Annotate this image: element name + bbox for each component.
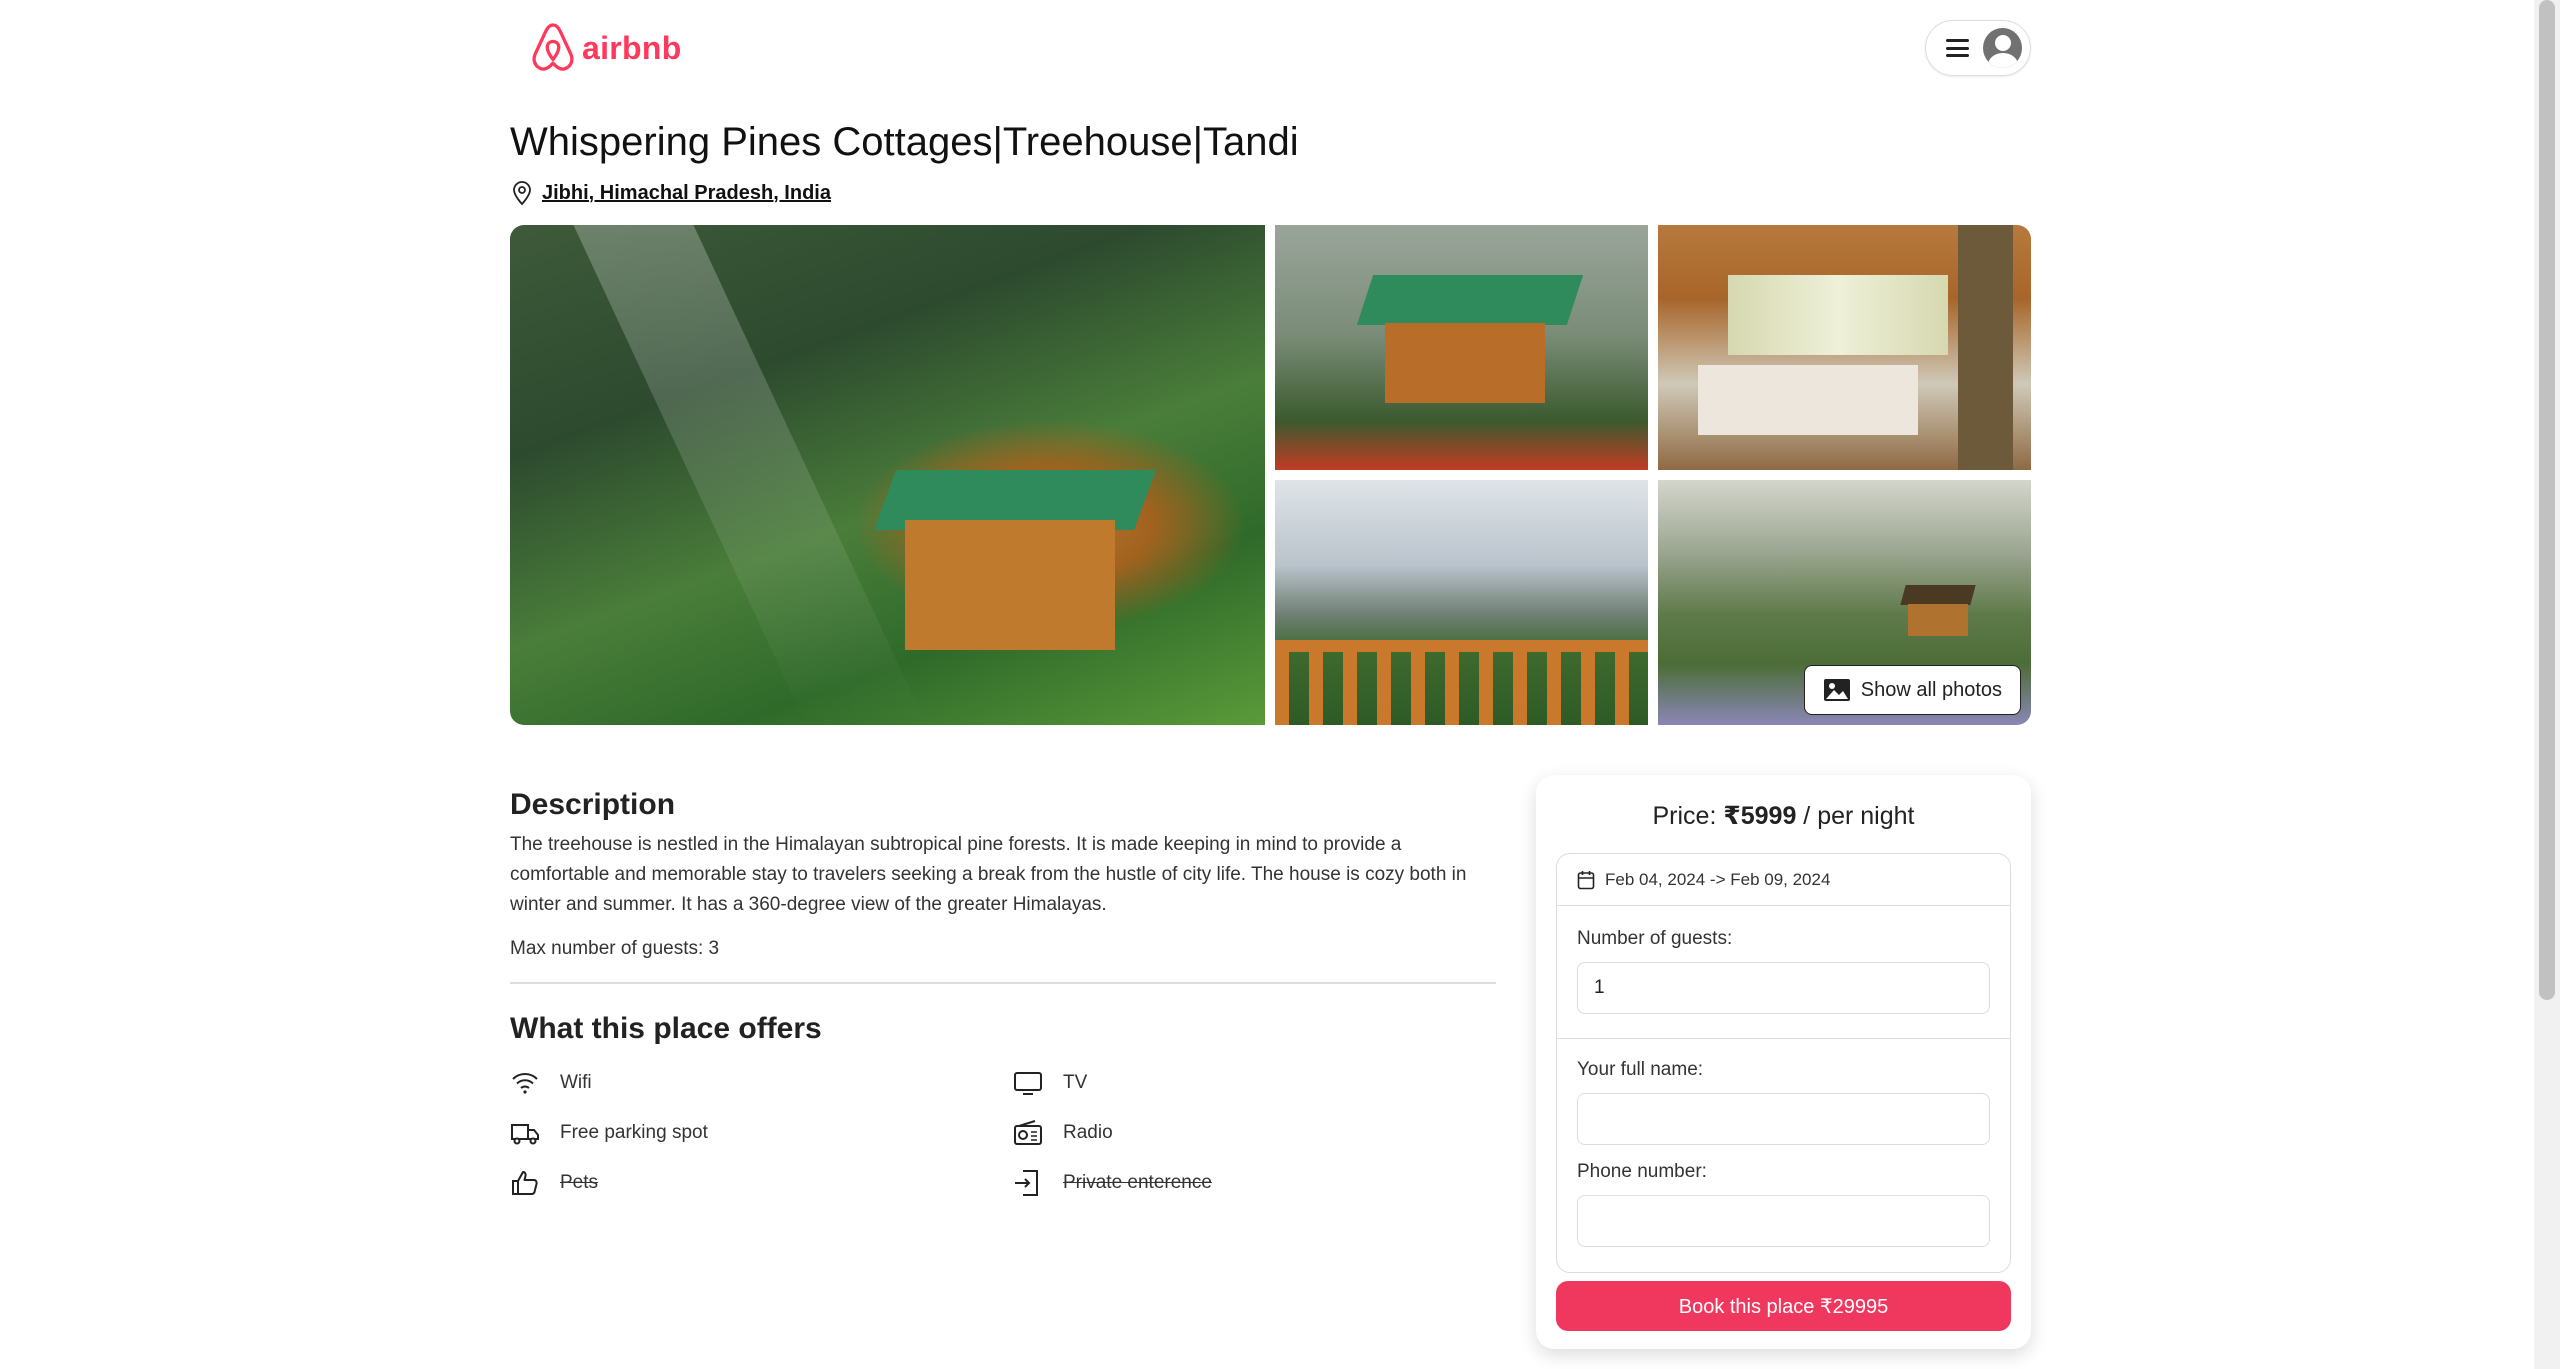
- photo-4[interactable]: [1275, 480, 1648, 725]
- truck-icon: [511, 1124, 539, 1145]
- offers-heading: What this place offers: [510, 1012, 822, 1045]
- calendar-icon: [1577, 870, 1595, 889]
- tv-icon: [1014, 1072, 1042, 1095]
- location-link[interactable]: Jibhi, Himachal Pradesh, India: [542, 182, 831, 205]
- amenity-tv: TV: [1013, 1068, 1496, 1098]
- door-enter-icon: [1015, 1170, 1038, 1196]
- section-divider: [510, 982, 1496, 984]
- guests-input[interactable]: [1577, 962, 1990, 1014]
- amenity-wifi: Wifi: [510, 1068, 1013, 1098]
- show-all-photos-button[interactable]: Show all photos: [1803, 665, 2021, 715]
- date-range-text: Feb 04, 2024 -> Feb 09, 2024: [1605, 869, 1831, 889]
- full-name-input[interactable]: [1577, 1093, 1990, 1145]
- description-section: Description The treehouse is nestled in …: [510, 788, 1496, 1198]
- amenity-pets: Pets: [510, 1168, 1013, 1198]
- airbnb-logo-icon: [532, 23, 574, 71]
- user-avatar-icon: [1983, 28, 2022, 68]
- description-text: The treehouse is nestled in the Himalaya…: [510, 834, 1467, 915]
- header: airbnb: [510, 0, 2031, 96]
- photo-3[interactable]: [1658, 225, 2031, 470]
- book-place-button[interactable]: Book this place ₹29995: [1556, 1281, 2011, 1331]
- user-menu-button[interactable]: [1925, 20, 2031, 76]
- date-range-picker[interactable]: Feb 04, 2024 -> Feb 09, 2024: [1557, 854, 2010, 906]
- photo-icon: [1823, 679, 1850, 701]
- photo-2[interactable]: [1275, 225, 1648, 470]
- listing-location: Jibhi, Himachal Pradesh, India: [510, 180, 831, 206]
- price-value: ₹5999: [1723, 802, 1797, 830]
- guests-label: Number of guests:: [1577, 928, 1733, 949]
- amenity-label: Private enterence: [1063, 1172, 1212, 1193]
- radio-icon: [1014, 1120, 1042, 1145]
- description-heading: Description: [510, 788, 676, 821]
- show-all-photos-label: Show all photos: [1860, 678, 2002, 701]
- phone-input[interactable]: [1577, 1195, 1990, 1247]
- amenity-label: Pets: [560, 1172, 599, 1193]
- price-prefix: Price:: [1652, 802, 1724, 830]
- photo-main[interactable]: [510, 225, 1265, 725]
- thumbs-up-icon: [512, 1171, 538, 1195]
- wifi-icon: [512, 1073, 538, 1094]
- phone-field: Phone number:: [1557, 1161, 2010, 1247]
- logo-text: airbnb: [582, 29, 682, 66]
- scrollbar-thumb[interactable]: [2539, 0, 2555, 1000]
- form-divider: [1557, 1038, 2010, 1039]
- phone-label: Phone number:: [1577, 1161, 1707, 1182]
- map-pin-icon: [513, 181, 531, 206]
- max-guests: Max number of guests: 3: [510, 938, 720, 959]
- airbnb-logo[interactable]: airbnb: [530, 22, 682, 74]
- amenity-parking: Free parking spot: [510, 1118, 1013, 1148]
- photo-gallery: Show all photos: [510, 225, 2031, 725]
- booking-form: Feb 04, 2024 -> Feb 09, 2024 Number of g…: [1556, 853, 2011, 1273]
- name-field: Your full name:: [1557, 1059, 2010, 1145]
- amenity-radio: Radio: [1013, 1118, 1496, 1148]
- amenities-list: Wifi TV Free parking spot Radio Pets Pri…: [510, 1068, 1496, 1198]
- listing-title: Whispering Pines Cottages|Treehouse|Tand…: [510, 120, 1299, 164]
- amenity-label: Free parking spot: [560, 1122, 708, 1143]
- full-name-label: Your full name:: [1577, 1059, 1704, 1080]
- booking-widget: Price: ₹5999 / per night Feb 04, 2024 ->…: [1536, 775, 2031, 1349]
- guests-field: Number of guests:: [1557, 928, 2010, 1014]
- price-per-night: Price: ₹5999 / per night: [1556, 801, 2011, 831]
- price-suffix: / per night: [1796, 802, 1915, 830]
- amenity-label: Wifi: [560, 1072, 592, 1093]
- hamburger-icon: [1946, 39, 1970, 57]
- amenity-label: Radio: [1063, 1122, 1113, 1143]
- amenity-label: TV: [1063, 1072, 1088, 1093]
- amenity-private-entrance: Private enterence: [1013, 1168, 1496, 1198]
- page: airbnb Whispering Pines Cottages|Treehou…: [510, 0, 2031, 1349]
- page-scrollbar[interactable]: [2534, 0, 2560, 1369]
